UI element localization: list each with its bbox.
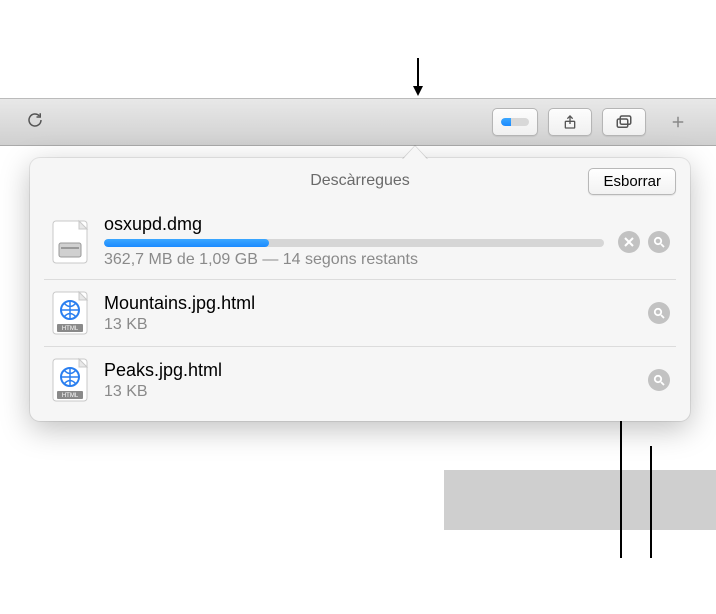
download-item[interactable]: HTML Peaks.jpg.html 13 KB bbox=[44, 347, 676, 413]
downloads-progress-icon bbox=[501, 118, 529, 126]
popover-title: Descàrregues bbox=[310, 172, 410, 190]
file-icon bbox=[50, 219, 90, 265]
reveal-in-finder-button[interactable] bbox=[648, 231, 670, 253]
plus-icon bbox=[669, 113, 687, 131]
svg-text:HTML: HTML bbox=[62, 393, 79, 399]
stop-download-button[interactable] bbox=[618, 231, 640, 253]
file-meta: 13 KB bbox=[104, 383, 634, 401]
reveal-in-finder-button[interactable] bbox=[648, 369, 670, 391]
tabs-button[interactable] bbox=[602, 108, 646, 136]
background-block bbox=[444, 470, 716, 530]
file-icon: HTML bbox=[50, 290, 90, 336]
share-button[interactable] bbox=[548, 108, 592, 136]
callout-line bbox=[650, 446, 652, 558]
file-meta: 362,7 MB de 1,09 GB — 14 segons restants bbox=[104, 251, 604, 269]
tabs-icon bbox=[615, 114, 633, 130]
close-icon bbox=[623, 236, 635, 248]
file-name: Peaks.jpg.html bbox=[104, 360, 634, 381]
downloads-button[interactable] bbox=[492, 108, 538, 136]
browser-toolbar bbox=[0, 98, 716, 146]
clear-button[interactable]: Esborrar bbox=[588, 168, 676, 195]
file-icon: HTML bbox=[50, 357, 90, 403]
file-name: Mountains.jpg.html bbox=[104, 293, 634, 314]
magnifier-icon bbox=[653, 236, 665, 248]
new-tab-button[interactable] bbox=[656, 108, 700, 136]
reveal-in-finder-button[interactable] bbox=[648, 302, 670, 324]
progress-bar bbox=[104, 239, 604, 247]
download-item[interactable]: osxupd.dmg 362,7 MB de 1,09 GB — 14 segon… bbox=[44, 204, 676, 280]
file-meta: 13 KB bbox=[104, 316, 634, 334]
downloads-popover: Descàrregues Esborrar osxupd.dmg 362,7 MB… bbox=[30, 158, 690, 421]
magnifier-icon bbox=[653, 307, 665, 319]
refresh-icon[interactable] bbox=[26, 111, 44, 134]
download-item[interactable]: HTML Mountains.jpg.html 13 KB bbox=[44, 280, 676, 347]
share-icon bbox=[562, 114, 578, 130]
magnifier-icon bbox=[653, 374, 665, 386]
file-name: osxupd.dmg bbox=[104, 214, 604, 235]
svg-text:HTML: HTML bbox=[62, 326, 79, 332]
callout-arrow-icon bbox=[408, 56, 428, 96]
